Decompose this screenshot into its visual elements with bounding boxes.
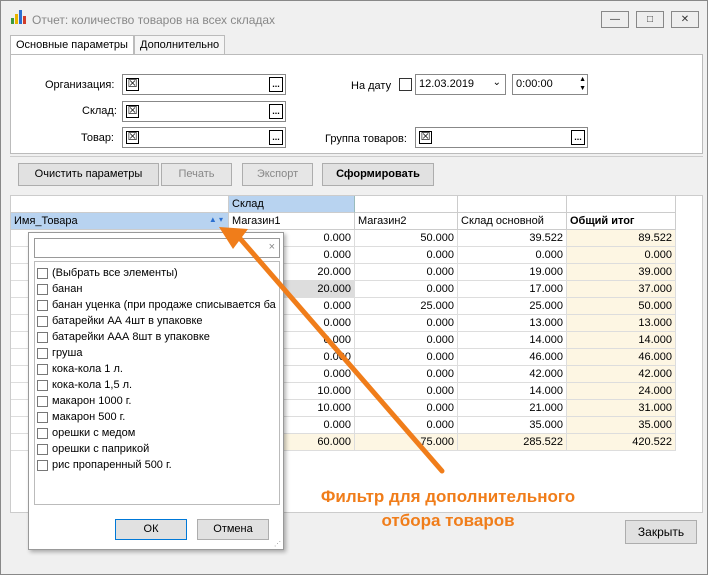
annotation-line-1: Фильтр для дополнительного	[320, 487, 576, 506]
annotation-line-2: отбора товаров	[381, 511, 515, 530]
close-report-button[interactable]: Закрыть	[625, 520, 697, 544]
report-window: Отчет: количество товаров на всех склада…	[0, 0, 708, 575]
annotation-text: Фильтр для дополнительного отбора товаро…	[293, 485, 603, 533]
